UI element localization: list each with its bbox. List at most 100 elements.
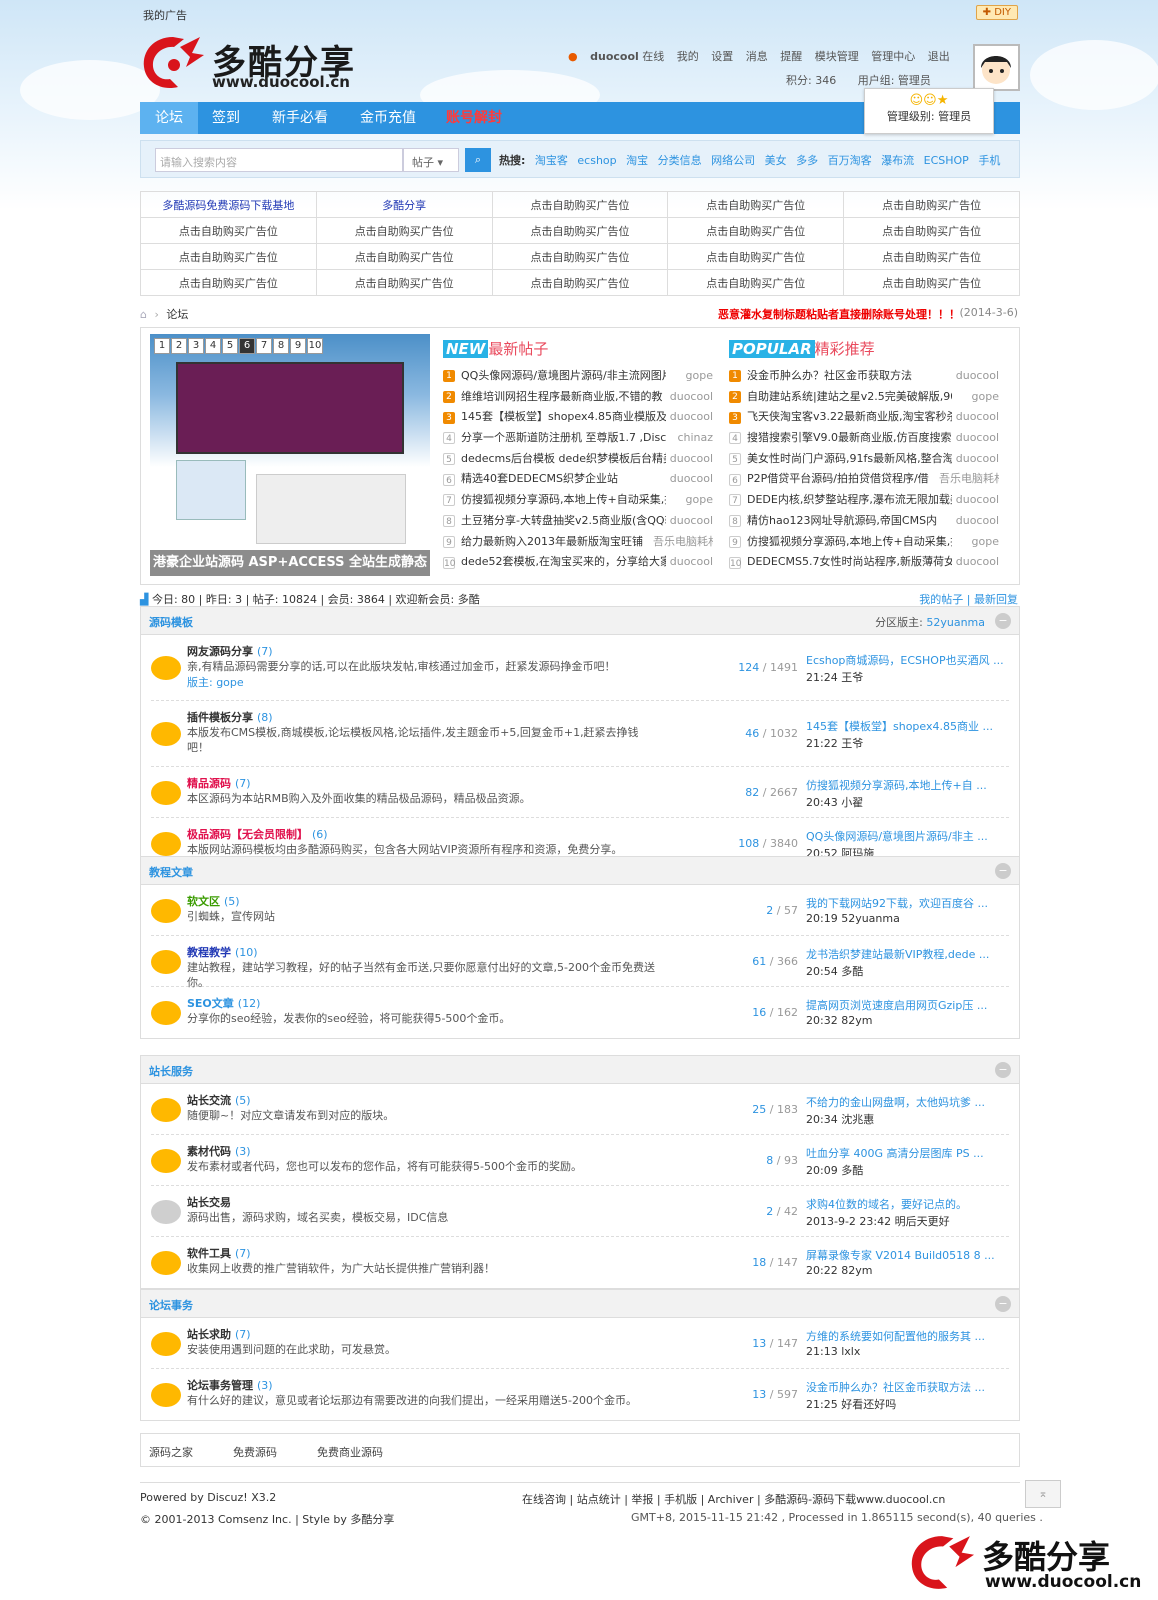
slider-page-button[interactable]: 8 <box>273 338 289 354</box>
post-title[interactable]: QQ头像网源码/意境图片源码/非主流网图片源码 <box>461 366 666 387</box>
category-header[interactable]: 源码模板 分区版主: 52yuanma − <box>141 607 1019 635</box>
post-author[interactable]: gope <box>653 490 713 511</box>
ad-cell[interactable]: 点击自助购买广告位 <box>315 269 493 296</box>
post-title[interactable]: 分享一个恶斯道防注册机 至尊版1.7 ,Discuz <box>461 428 666 449</box>
ad-cell[interactable]: 多酷源码免费源码下载基地 <box>140 191 317 218</box>
forum-name[interactable]: 精品源码 (7) <box>187 775 251 791</box>
collapse-icon[interactable]: − <box>995 1296 1011 1312</box>
post-title[interactable]: 飞天侠淘宝客v3.22最新商业版,淘宝客秒杀 <box>747 407 952 428</box>
ad-cell[interactable]: 点击自助购买广告位 <box>843 269 1020 296</box>
new-post-item[interactable]: 8 土豆猪分享-大转盘抽奖v2.5商业版(含QQ转 duocool <box>443 511 713 532</box>
username[interactable]: duocool <box>590 50 639 63</box>
popular-post-item[interactable]: 5 美女性时尚门户源码,91fs最新风格,整合淘 duocool <box>729 449 999 470</box>
menu-admin-center[interactable]: 管理中心 <box>871 50 915 63</box>
forum-title[interactable]: 论坛事务管理 <box>187 1379 253 1392</box>
last-post-title[interactable]: 不给力的金山网盘啊，太他妈坑爹 ... <box>806 1094 1006 1110</box>
breadcrumb-forum[interactable]: 论坛 <box>166 308 188 321</box>
forum-name[interactable]: 插件模板分享 (8) <box>187 709 273 725</box>
forum-title[interactable]: 站长求助 <box>187 1328 231 1341</box>
forum-name[interactable]: 教程教学 (10) <box>187 944 258 960</box>
category-name[interactable]: 论坛事务 <box>149 1297 193 1313</box>
post-author[interactable]: duocool <box>939 366 999 387</box>
slider-page-button[interactable]: 1 <box>154 338 170 354</box>
nav-recharge[interactable]: 金币充值 <box>360 102 416 134</box>
category-name[interactable]: 教程文章 <box>149 864 193 880</box>
my-ads-link[interactable]: 我的广告 <box>143 7 187 23</box>
forum-title[interactable]: SEO文章 <box>187 997 234 1010</box>
post-author[interactable]: duocool <box>653 469 713 490</box>
forum-name[interactable]: 软件工具 (7) <box>187 1245 251 1261</box>
forum-name[interactable]: 软文区 (5) <box>187 893 240 909</box>
slider-page-button[interactable]: 2 <box>171 338 187 354</box>
ad-cell[interactable]: 点击自助购买广告位 <box>667 217 845 244</box>
ad-cell[interactable]: 点击自助购买广告位 <box>140 217 317 244</box>
last-post-title[interactable]: Ecshop商城源码，ECSHOP也买酒风 ... <box>806 652 1006 668</box>
ad-cell[interactable]: 点击自助购买广告位 <box>491 243 669 270</box>
post-author[interactable]: duocool <box>653 552 713 573</box>
site-logo[interactable]: 多酷分享 www.duocool.cn <box>140 33 380 95</box>
forum-name[interactable]: 站长交流 (5) <box>187 1092 251 1108</box>
new-post-item[interactable]: 4 分享一个恶斯道防注册机 至尊版1.7 ,Discuz chinaz <box>443 428 713 449</box>
ad-cell[interactable]: 点击自助购买广告位 <box>140 269 317 296</box>
forum-bubble-icon[interactable] <box>151 1382 181 1407</box>
category-header[interactable]: 论坛事务 − <box>141 1290 1019 1318</box>
slider-page-button[interactable]: 7 <box>256 338 272 354</box>
post-title[interactable]: 仿搜狐视频分享源码,本地上传+自动采集,拍 <box>461 490 666 511</box>
popular-post-item[interactable]: 4 搜猎搜索引擎V9.0最新商业版,仿百度搜索 duocool <box>729 428 999 449</box>
last-post-title[interactable]: 吐血分享 400G 高清分层图库 PS ... <box>806 1145 1006 1161</box>
post-title[interactable]: 自助建站系统|建站之星v2.5完美破解版,900 <box>747 387 952 408</box>
category-header[interactable]: 教程文章 − <box>141 857 1019 885</box>
hot-item[interactable]: ecshop <box>577 154 616 167</box>
forum-title[interactable]: 极品源码【无会员限制】 <box>187 828 308 841</box>
last-post-title[interactable]: 方维的系统要如何配置他的服务其 ... <box>806 1328 1006 1344</box>
user-group[interactable]: 用户组: 管理员 <box>858 74 931 87</box>
my-posts-links[interactable]: 我的帖子 | 最新回复 <box>919 591 1018 607</box>
last-post-title[interactable]: 屏幕录像专家 V2014 Build0518 8 ... <box>806 1247 1006 1263</box>
post-title[interactable]: 搜猎搜索引擎V9.0最新商业版,仿百度搜索 <box>747 428 952 449</box>
search-input[interactable]: 请输入搜索内容 <box>155 148 403 172</box>
forum-title[interactable]: 插件模板分享 <box>187 711 253 724</box>
post-author[interactable]: gope <box>939 387 999 408</box>
collapse-icon[interactable]: − <box>995 613 1011 629</box>
slider-page-button[interactable]: 5 <box>222 338 238 354</box>
forum-name[interactable]: 素材代码 (3) <box>187 1143 251 1159</box>
slide-caption[interactable]: 港豪企业站源码 ASP+ACCESS 全站生成静态 <box>150 550 430 576</box>
slider-page-button[interactable]: 4 <box>205 338 221 354</box>
last-post-title[interactable]: 没金币肿么办？社区金币获取方法 ... <box>806 1379 1006 1395</box>
forum-bubble-icon[interactable] <box>151 1250 181 1275</box>
forum-bubble-icon[interactable] <box>151 1097 181 1122</box>
user-points[interactable]: 积分: 346 <box>786 74 836 87</box>
forum-title[interactable]: 软文区 <box>187 895 220 908</box>
post-author[interactable]: chinaz <box>653 428 713 449</box>
slider-page-button[interactable]: 9 <box>290 338 306 354</box>
friend-link[interactable]: 源码之家 <box>149 1444 193 1460</box>
post-title[interactable]: 给力最新购入2013年最新版淘宝旺铺 <box>461 532 666 553</box>
last-post-title[interactable]: QQ头像网源码/意境图片源码/非主 ... <box>806 828 1006 844</box>
forum-title[interactable]: 软件工具 <box>187 1247 231 1260</box>
post-title[interactable]: DEDECMS5.7女性时尚站程序,新版薄荷女人 <box>747 552 952 573</box>
hot-item[interactable]: ECSHOP <box>924 154 969 167</box>
new-post-item[interactable]: 7 仿搜狐视频分享源码,本地上传+自动采集,拍 gope <box>443 490 713 511</box>
post-title[interactable]: dede52套模板,在淘宝买来的，分享给大家 <box>461 552 666 573</box>
forum-name[interactable]: 站长求助 (7) <box>187 1326 251 1342</box>
popular-post-item[interactable]: 9 仿搜狐视频分享源码,本地上传+自动采集,拍 gope <box>729 532 999 553</box>
new-post-item[interactable]: 10 dede52套模板,在淘宝买来的，分享给大家 duocool <box>443 552 713 573</box>
site-notice[interactable]: 恶意灌水复制标题粘贴者直接删除账号处理！！！ <box>718 306 960 322</box>
forum-name[interactable]: 极品源码【无会员限制】 (6) <box>187 826 328 842</box>
post-author[interactable]: gope <box>939 532 999 553</box>
nav-forum[interactable]: 论坛 <box>140 102 198 134</box>
post-title[interactable]: P2P借贷平台源码/拍拍贷借贷程序/借 <box>747 469 952 490</box>
forum-bubble-icon[interactable] <box>151 1148 181 1173</box>
forum-title[interactable]: 教程教学 <box>187 946 231 959</box>
new-post-item[interactable]: 1 QQ头像网源码/意境图片源码/非主流网图片源码gope <box>443 366 713 387</box>
post-title[interactable]: 精选40套DEDECMS织梦企业站 <box>461 469 666 490</box>
ad-cell[interactable]: 点击自助购买广告位 <box>491 191 669 218</box>
post-title[interactable]: 精仿hao123网址导航源码,帝国CMS内 <box>747 511 952 532</box>
popular-post-item[interactable]: 10 DEDECMS5.7女性时尚站程序,新版薄荷女人 duocool <box>729 552 999 573</box>
ad-cell[interactable]: 点击自助购买广告位 <box>667 191 845 218</box>
post-author[interactable]: duocool <box>939 511 999 532</box>
collapse-icon[interactable]: − <box>995 1062 1011 1078</box>
forum-title[interactable]: 网友源码分享 <box>187 645 253 658</box>
hot-item[interactable]: 手机 <box>978 154 1000 167</box>
post-title[interactable]: 土豆猪分享-大转盘抽奖v2.5商业版(含QQ转 <box>461 511 666 532</box>
